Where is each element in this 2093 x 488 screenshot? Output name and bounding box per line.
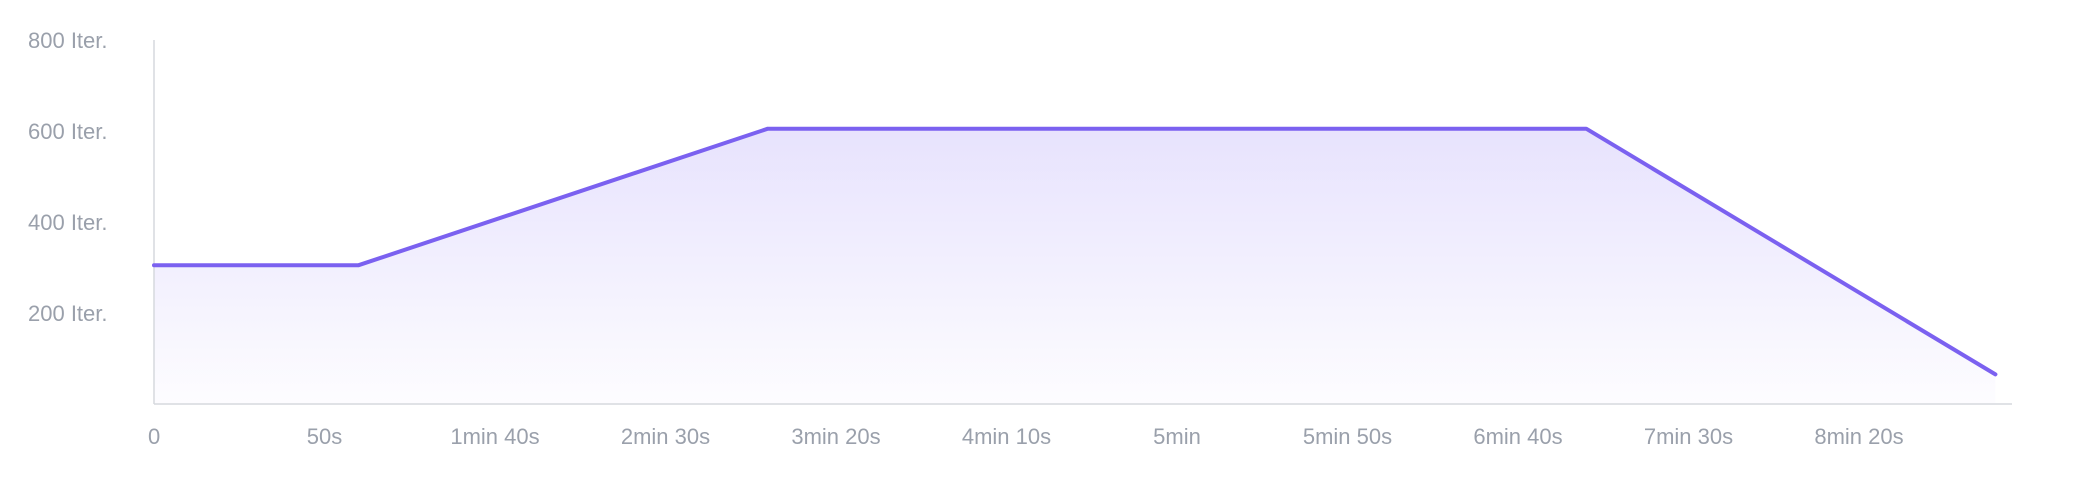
x-tick-label: 3min 20s bbox=[791, 424, 880, 449]
x-tick-label: 5min bbox=[1153, 424, 1201, 449]
y-tick-label: 800 Iter. bbox=[28, 28, 108, 53]
x-tick-label: 1min 40s bbox=[450, 424, 539, 449]
x-tick-label: 4min 10s bbox=[962, 424, 1051, 449]
y-tick-labels: 200 Iter. 400 Iter. 600 Iter. 800 Iter. bbox=[28, 28, 108, 326]
x-tick-label: 5min 50s bbox=[1303, 424, 1392, 449]
series-area-0 bbox=[154, 128, 1996, 404]
x-tick-label: 50s bbox=[307, 424, 342, 449]
x-tick-label: 0 bbox=[148, 424, 160, 449]
y-tick-label: 400 Iter. bbox=[28, 210, 108, 235]
y-tick-label: 600 Iter. bbox=[28, 119, 108, 144]
x-tick-label: 2min 30s bbox=[621, 424, 710, 449]
chart-container: 200 Iter. 400 Iter. 600 Iter. 800 Iter. 0 50… bbox=[0, 0, 2093, 488]
x-tick-label: 8min 20s bbox=[1814, 424, 1903, 449]
area-layer bbox=[154, 128, 1996, 404]
x-tick-labels: 0 50s 1min 40s 2min 30s 3min 20s 4min 10s 5min… bbox=[148, 424, 1904, 449]
y-tick-label: 200 Iter. bbox=[28, 301, 108, 326]
chart-svg: 200 Iter. 400 Iter. 600 Iter. 800 Iter. 0 50… bbox=[28, 28, 2012, 449]
x-tick-label: 7min 30s bbox=[1644, 424, 1733, 449]
x-tick-label: 6min 40s bbox=[1473, 424, 1562, 449]
